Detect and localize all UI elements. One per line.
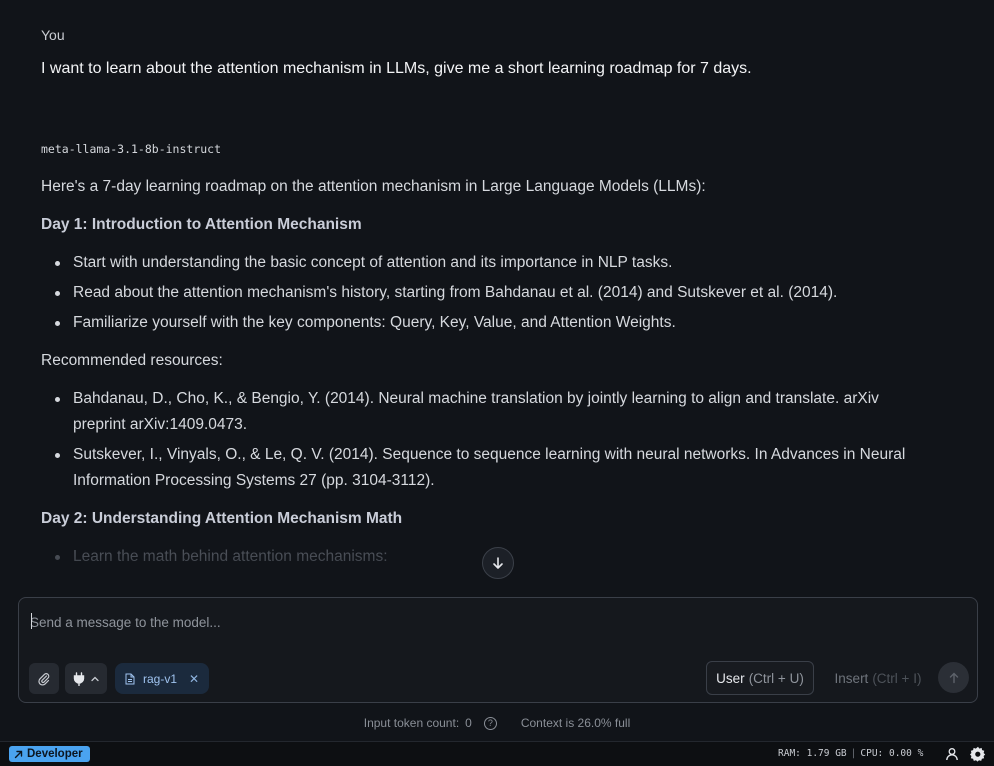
document-icon	[125, 673, 135, 684]
gear-icon[interactable]	[970, 746, 986, 762]
insert-shortcut-hint: (Ctrl + I)	[872, 670, 922, 686]
list-item: Read about the attention mechanism's his…	[41, 280, 921, 306]
day1-list: Start with understanding the basic conce…	[41, 250, 921, 336]
day2-heading: Day 2: Understanding Attention Mechanism…	[41, 510, 403, 527]
text-caret	[31, 613, 32, 629]
assistant-response: Here's a 7-day learning roadmap on the a…	[41, 174, 921, 582]
insert-button-label: Insert	[834, 670, 869, 686]
resources-list: Bahdanau, D., Cho, K., & Bengio, Y. (201…	[41, 386, 921, 494]
user-icon[interactable]	[945, 747, 959, 761]
chat-area: You I want to learn about the attention …	[0, 0, 994, 596]
chevron-up-icon	[91, 676, 99, 681]
developer-mode-badge[interactable]: Developer	[9, 746, 90, 762]
role-shortcut-hint: (Ctrl + U)	[748, 670, 804, 686]
list-item: Familiarize yourself with the key compon…	[41, 310, 921, 336]
status-bar: Developer RAM: 1.79 GB | CPU: 0.00 %	[0, 741, 994, 766]
list-item: Start with understanding the basic conce…	[41, 250, 921, 276]
ram-usage: RAM: 1.79 GB	[778, 748, 847, 759]
token-count-label: Input token count:	[363, 716, 460, 730]
send-button[interactable]	[938, 662, 969, 693]
user-message: I want to learn about the attention mech…	[41, 60, 752, 77]
message-composer: rag-v1 ✕ User (Ctrl + U) Insert (Ctrl + …	[18, 597, 978, 703]
context-usage-text: Context is 26.0% full	[520, 716, 631, 730]
list-item: Learn the math behind attention mechanis…	[41, 544, 921, 570]
arrow-up-right-icon	[14, 750, 23, 758]
attach-file-button[interactable]	[29, 663, 59, 694]
token-count-value: 0	[465, 716, 472, 730]
role-button-label: User	[716, 670, 745, 686]
arrow-up-icon	[949, 672, 958, 683]
list-item: Bahdanau, D., Cho, K., & Bengio, Y. (201…	[41, 386, 921, 438]
user-speaker-label: You	[41, 27, 65, 43]
stats-separator: |	[850, 748, 857, 759]
message-input[interactable]	[30, 612, 930, 632]
insert-button[interactable]: Insert (Ctrl + I)	[823, 661, 933, 695]
attachment-chip[interactable]: rag-v1 ✕	[115, 663, 210, 694]
day2-list: Learn the math behind attention mechanis…	[41, 544, 921, 570]
response-intro: Here's a 7-day learning roadmap on the a…	[41, 178, 706, 195]
scroll-to-bottom-button[interactable]	[482, 547, 514, 579]
list-item: Sutskever, I., Vinyals, O., & Le, Q. V. …	[41, 442, 921, 494]
context-info: Input token count: 0 ? Context is 26.0% …	[0, 716, 994, 730]
day1-heading: Day 1: Introduction to Attention Mechani…	[41, 216, 362, 233]
system-stats: RAM: 1.79 GB | CPU: 0.00 %	[778, 748, 923, 759]
plug-icon	[73, 671, 85, 686]
role-toggle-button[interactable]: User (Ctrl + U)	[706, 661, 814, 695]
cpu-usage: CPU: 0.00 %	[860, 748, 924, 759]
arrow-down-icon	[493, 557, 503, 569]
close-icon[interactable]: ✕	[189, 672, 199, 686]
help-icon[interactable]: ?	[483, 716, 497, 730]
plugin-menu-button[interactable]	[65, 663, 107, 694]
resources-label: Recommended resources:	[41, 352, 223, 369]
attachment-chip-label: rag-v1	[143, 671, 178, 686]
developer-mode-label: Developer	[27, 748, 83, 760]
paperclip-icon	[38, 672, 50, 686]
model-name-label: meta-llama-3.1-8b-instruct	[41, 142, 222, 156]
